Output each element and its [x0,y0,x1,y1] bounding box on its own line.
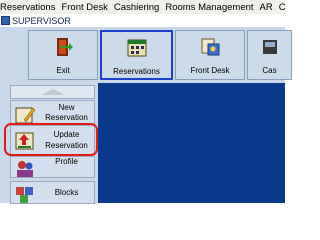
window-title: SUPERVISOR [12,15,71,26]
cashiering-button[interactable]: Cas [247,30,292,80]
menu-rooms-management[interactable]: Rooms Management [162,2,256,13]
reservations-label: Reservations [113,67,160,76]
exit-button[interactable]: Exit [28,30,98,80]
menu-front-desk[interactable]: Front Desk [58,2,110,13]
blocks-label: Blocks [54,188,79,197]
menu-ar[interactable]: AR [257,2,276,13]
reservations-button[interactable]: Reservations [100,30,173,80]
toolbar: Exit Reservations Front Desk Cas [0,27,292,83]
blocks-button[interactable]: Blocks [10,181,95,204]
reservations-calendar-icon [127,39,146,57]
menu-cashiering[interactable]: Cashiering [111,2,162,13]
cashiering-label: Cas [262,66,277,75]
exit-door-icon [57,38,73,56]
window-title-bar: SUPERVISOR [0,14,285,27]
cashiering-icon [262,40,277,54]
main-workspace [98,83,285,203]
front-desk-button[interactable]: Front Desk [175,30,245,80]
update-reservation-highlight [4,123,98,156]
profile-label: Profile [55,157,78,166]
app-icon [1,16,10,25]
front-desk-icon [201,38,220,56]
menu-reservations[interactable]: Reservations [0,2,58,13]
exit-label: Exit [56,66,70,75]
new-reservation-label-line1: New [58,103,75,112]
menu-bar: Reservations Front Desk Cashiering Rooms… [0,0,286,14]
menu-c[interactable]: C [276,2,289,13]
profile-button[interactable]: Profile [10,156,95,178]
front-desk-label: Front Desk [190,66,230,75]
side-menu-scroll-up[interactable] [10,85,95,99]
new-reservation-label-line2: Reservation [45,113,88,122]
profile-icon [17,161,33,177]
blocks-icon [16,187,33,203]
